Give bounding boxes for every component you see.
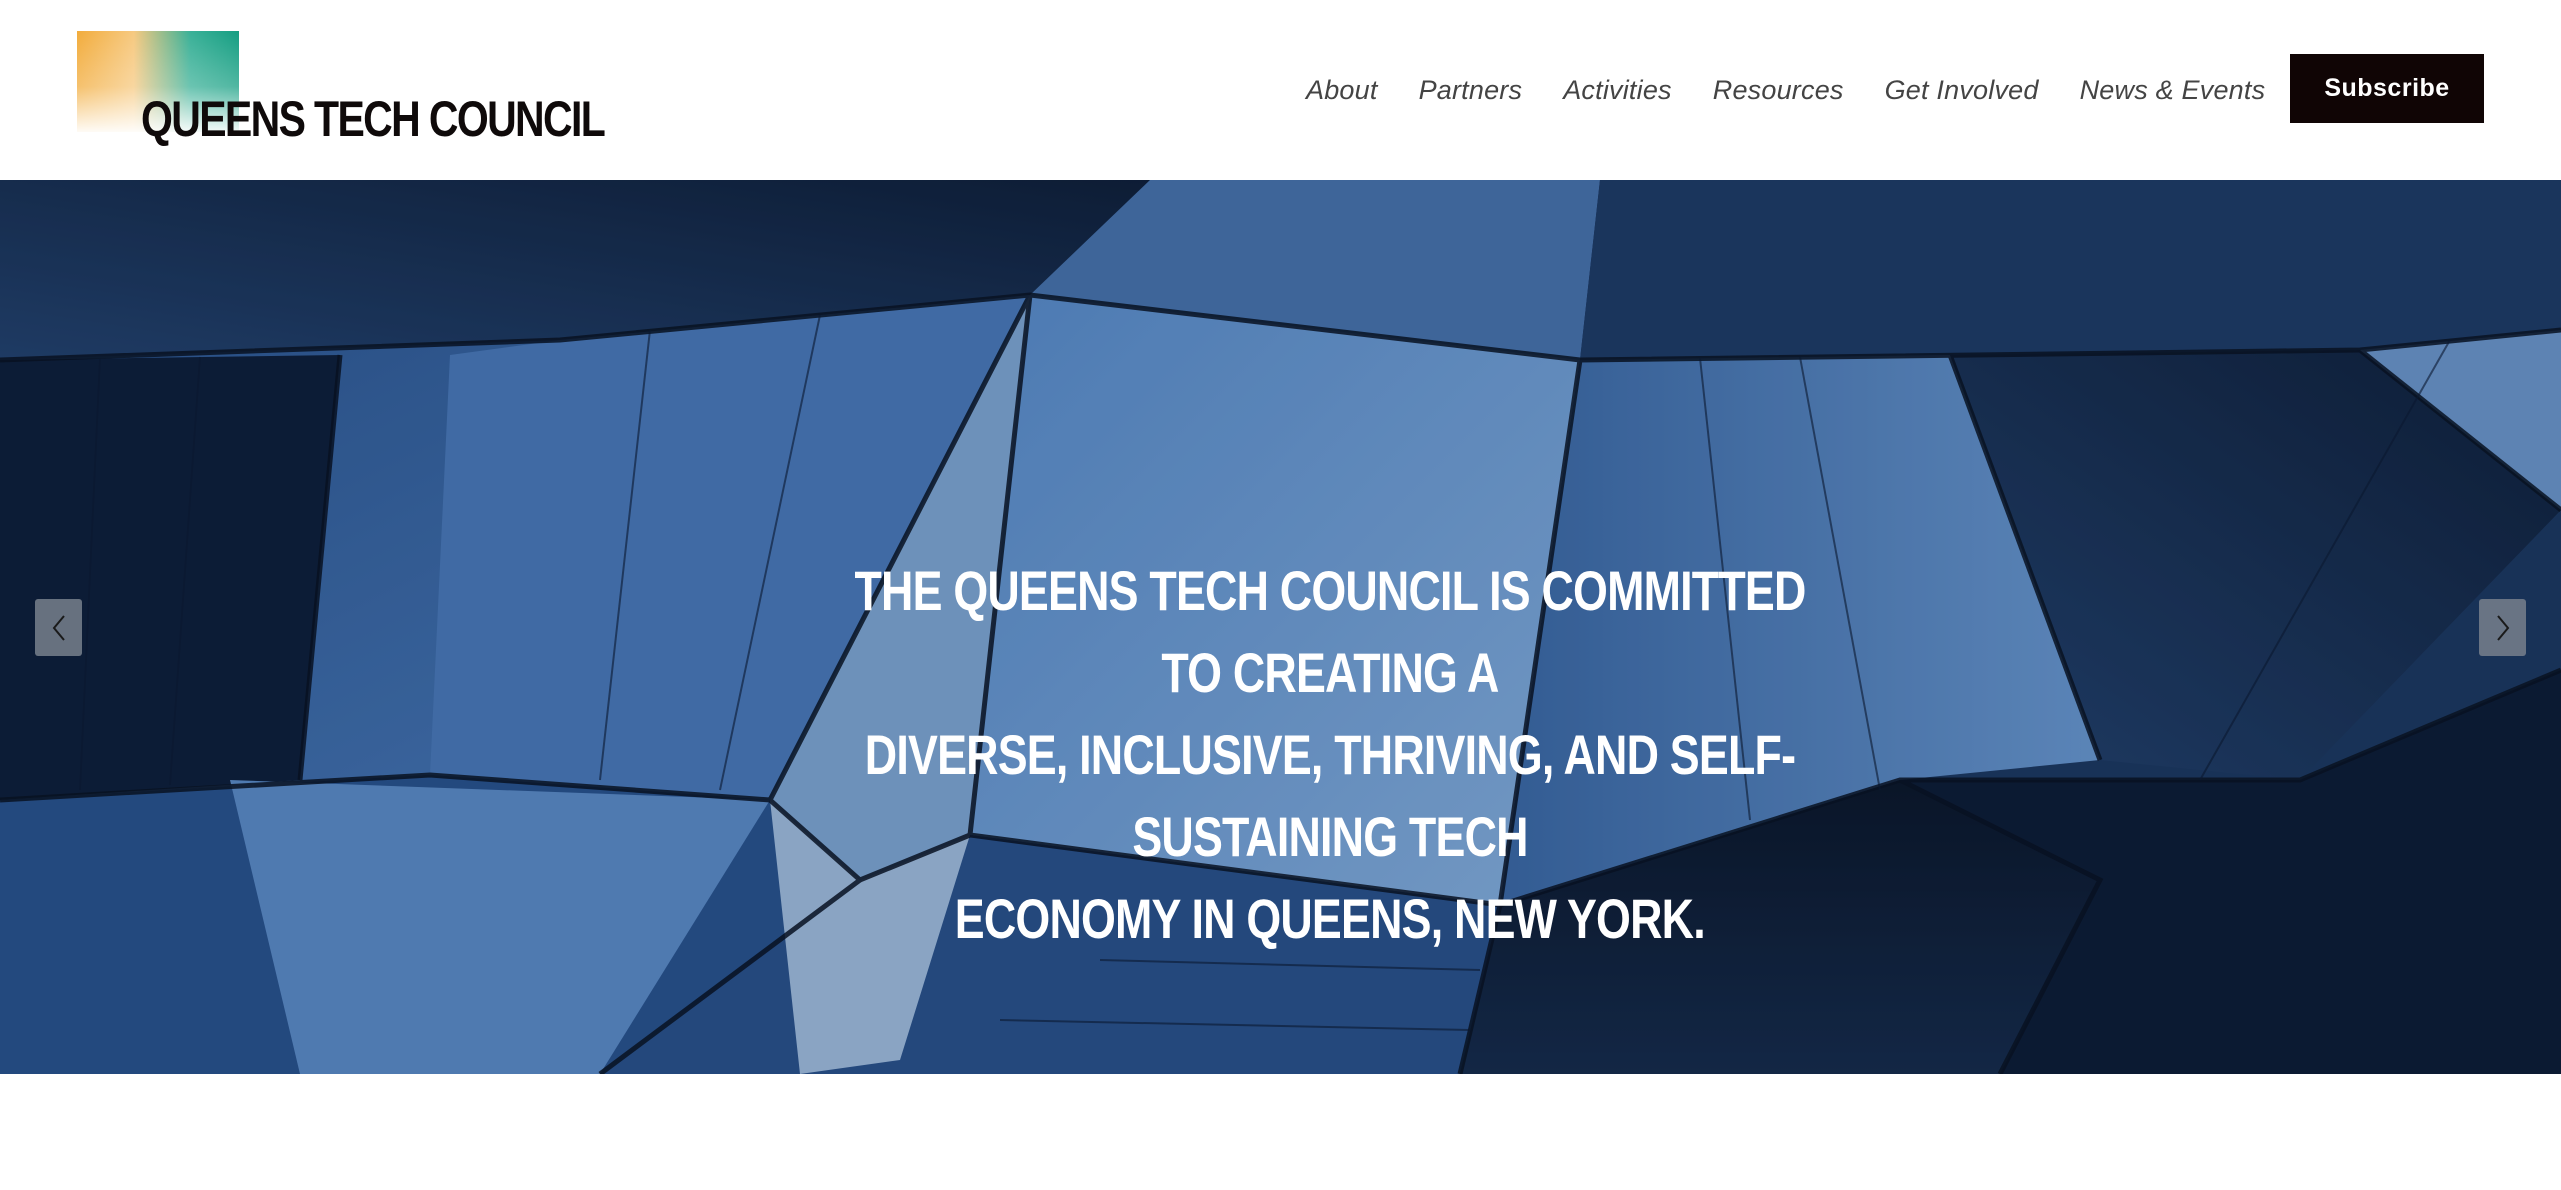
nav-activities[interactable]: Activities <box>1563 75 1672 106</box>
chevron-left-icon <box>52 614 65 641</box>
main-nav: About Partners Activities Resources Get … <box>1306 70 2265 110</box>
nav-about[interactable]: About <box>1306 75 1378 106</box>
nav-get-involved[interactable]: Get Involved <box>1885 75 2039 106</box>
hero-line-2: DIVERSE, INCLUSIVE, THRIVING, AND SELF-S… <box>864 723 1796 868</box>
site-header: QUEENS TECH COUNCIL About Partners Activ… <box>0 0 2561 180</box>
chevron-right-icon <box>2496 614 2509 641</box>
content-area <box>0 1074 2561 1190</box>
hero-line-1: THE QUEENS TECH COUNCIL IS COMMITTED TO … <box>854 559 1806 704</box>
hero-slideshow: THE QUEENS TECH COUNCIL IS COMMITTED TO … <box>0 180 2561 1074</box>
hero-line-3: ECONOMY IN QUEENS, NEW YORK. <box>954 887 1706 950</box>
subscribe-button[interactable]: Subscribe <box>2290 54 2484 123</box>
nav-resources[interactable]: Resources <box>1713 75 1844 106</box>
slideshow-prev-button[interactable] <box>35 599 82 656</box>
nav-partners[interactable]: Partners <box>1419 75 1523 106</box>
logo-wordmark: QUEENS TECH COUNCIL <box>141 91 606 147</box>
nav-news-events[interactable]: News & Events <box>2080 75 2266 106</box>
slideshow-next-button[interactable] <box>2479 599 2526 656</box>
hero-mission-statement: THE QUEENS TECH COUNCIL IS COMMITTED TO … <box>700 550 1960 960</box>
site-logo[interactable]: QUEENS TECH COUNCIL <box>77 31 606 151</box>
